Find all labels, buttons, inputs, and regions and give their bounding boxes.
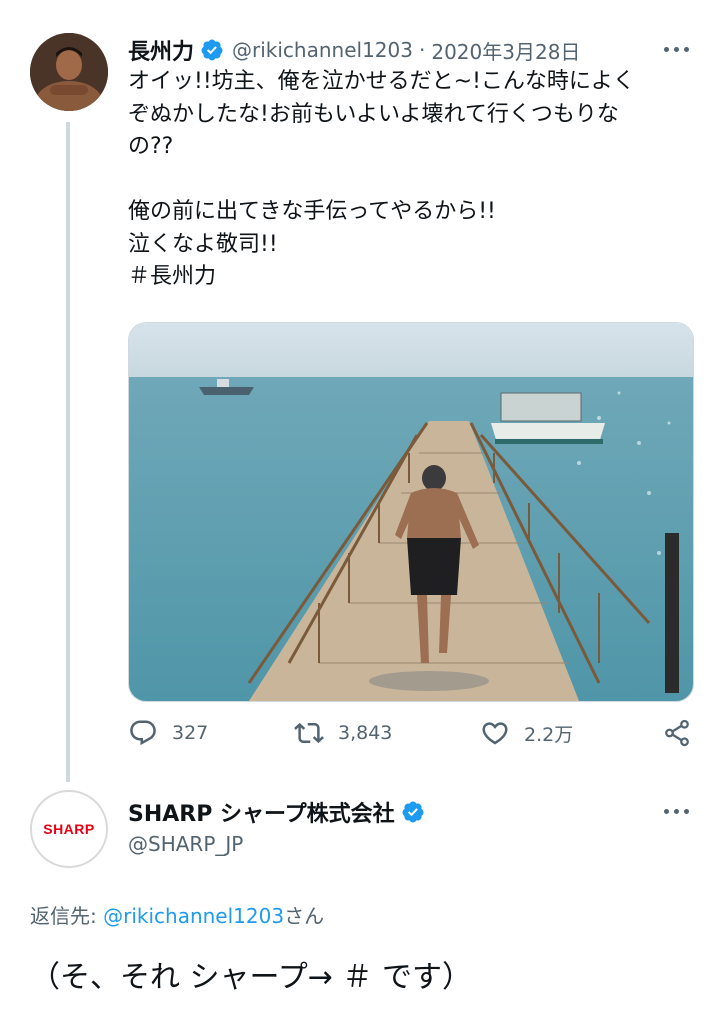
verified-badge-icon [200,38,224,62]
share-icon [665,719,689,747]
avatar-rikichannel[interactable] [30,33,108,111]
reply-icon [130,720,156,746]
reply-button[interactable]: 327 [128,718,208,748]
tweet-text-line: 俺の前に出てきな手伝ってやるから!! [128,199,496,224]
tweet-header: 長州力 @rikichannel1203 · 2020年3月28日 [128,34,580,66]
reply-to-suffix: さん [284,904,325,928]
reply-to-handle-link[interactable]: @rikichannel1203 [103,904,284,928]
verified-badge-icon [401,800,425,824]
share-button[interactable] [662,718,692,748]
tweet-actions: 327 3,843 2.2万 [128,718,698,758]
display-name[interactable]: 長州力 [128,34,194,66]
display-name[interactable]: SHARP シャープ株式会社 [128,796,395,828]
heart-icon [482,722,508,745]
tweet-date[interactable]: 2020年3月28日 [431,36,580,65]
tweet-text-line: ぞぬかしたな!お前もいよいよ壊れて行くつもりな [128,101,619,127]
tweet-text-line: オイッ!!坊主、俺を泣かせるだと~!こんな時によく [128,69,635,94]
more-icon[interactable] [664,44,692,54]
retweet-button[interactable]: 3,843 [294,718,392,748]
tweet-text: （そ、それ シャープ→ ＃ です） [30,960,472,995]
reply-to-prefix: 返信先: [30,904,104,928]
hashtag-link[interactable]: ＃長州力 [128,261,688,294]
sharp-logo: SHARP [43,821,95,837]
tweet-text-line: の?? [128,134,174,159]
retweet-icon [294,722,324,744]
retweet-count: 3,843 [338,722,393,744]
avatar-sharp[interactable]: SHARP [30,790,108,868]
tweet-text: オイッ!!坊主、俺を泣かせるだと~!こんな時によく ぞぬかしたな!お前もいよいよ… [128,66,688,294]
like-button[interactable]: 2.2万 [480,718,573,748]
tweet-text-line: 泣くなよ敬司!! [128,231,278,257]
reply-to-line: 返信先: @rikichannel1203さん [30,900,324,929]
thread-connector-line [66,122,70,782]
separator: · [418,38,426,62]
reply-count: 327 [172,722,209,744]
more-icon[interactable] [664,806,692,816]
tweet-photo[interactable] [128,322,694,702]
user-handle[interactable]: @SHARP_JP [128,832,243,856]
user-handle[interactable]: @rikichannel1203 [232,38,413,62]
tweet-header: SHARP シャープ株式会社 [128,796,425,828]
like-count: 2.2万 [524,723,574,746]
